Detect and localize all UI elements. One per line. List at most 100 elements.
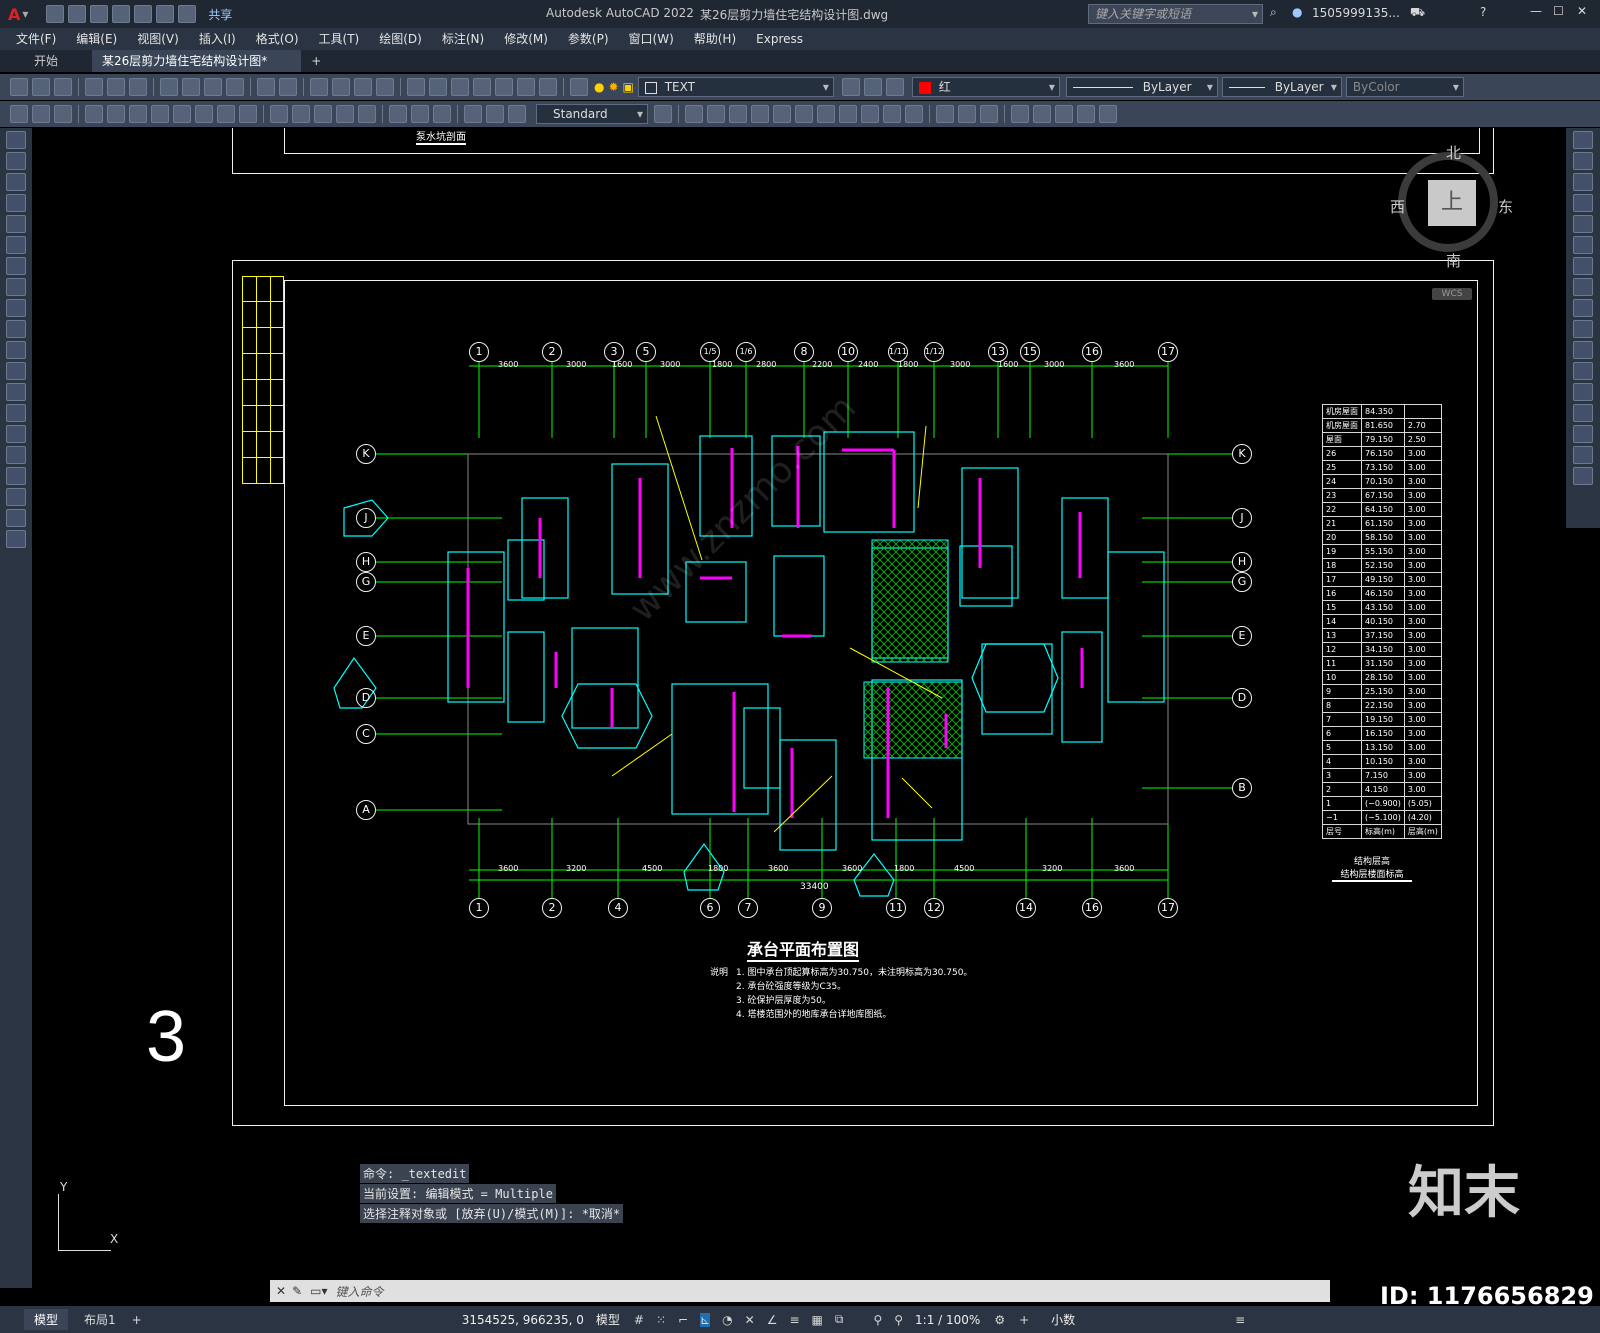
cone-icon[interactable]	[729, 105, 747, 123]
revcloud-icon[interactable]	[6, 278, 26, 296]
markup-icon[interactable]	[495, 78, 513, 96]
trim-icon[interactable]	[1573, 320, 1593, 338]
slice-icon[interactable]	[1011, 105, 1029, 123]
stretch-icon[interactable]	[1573, 299, 1593, 317]
settings-gear-icon[interactable]: ⚙	[994, 1313, 1005, 1327]
block-icon[interactable]	[32, 105, 50, 123]
inspect-icon[interactable]	[433, 105, 451, 123]
layout-tab-1[interactable]: 布局1	[74, 1309, 126, 1330]
pan-icon[interactable]	[310, 78, 328, 96]
user-name[interactable]: 1505999135...	[1312, 6, 1400, 20]
auto-scale-icon[interactable]: ⚲	[894, 1313, 903, 1327]
menu-dimension[interactable]: 标注(N)	[432, 28, 494, 50]
menu-parameter[interactable]: 参数(P)	[558, 28, 619, 50]
imprint-icon[interactable]	[1077, 105, 1095, 123]
lineweight-icon[interactable]: ≡	[789, 1313, 799, 1327]
undo-icon[interactable]	[156, 5, 175, 23]
xline-icon[interactable]	[6, 152, 26, 170]
gradient-icon[interactable]	[6, 446, 26, 464]
design-center-icon[interactable]	[429, 78, 447, 96]
calculator-icon[interactable]	[517, 78, 535, 96]
plus-icon[interactable]: +	[1019, 1313, 1029, 1327]
radius-dim-icon[interactable]	[173, 105, 191, 123]
minimize-button[interactable]: —	[1530, 4, 1542, 18]
add-layout-button[interactable]: +	[132, 1313, 142, 1327]
cmd-recent-icon[interactable]: ▭▾	[310, 1284, 327, 1298]
open-icon[interactable]	[68, 5, 87, 23]
viewcube-north[interactable]: 北	[1446, 142, 1461, 163]
ellipse-icon[interactable]	[6, 320, 26, 338]
help-icon[interactable]: ?	[1480, 5, 1486, 19]
union-icon[interactable]	[936, 105, 954, 123]
sheet-set-icon[interactable]	[473, 78, 491, 96]
quick-dim-icon[interactable]	[270, 105, 288, 123]
tab-drawing[interactable]: 某26层剪力墙住宅结构设计图*	[92, 50, 302, 72]
ortho-icon[interactable]: ⊾	[700, 1312, 711, 1327]
jogged-dim-icon[interactable]	[195, 105, 213, 123]
units-dropdown[interactable]: 小数	[1051, 1311, 1075, 1328]
snap-icon[interactable]: ⁙	[656, 1313, 666, 1327]
dim-space-icon[interactable]	[336, 105, 354, 123]
hatch-icon[interactable]	[6, 425, 26, 443]
center-mark-icon[interactable]	[411, 105, 429, 123]
break-icon[interactable]	[1573, 362, 1593, 380]
menu-file[interactable]: 文件(F)	[6, 28, 66, 50]
qnew-icon[interactable]	[10, 78, 28, 96]
properties-icon[interactable]	[407, 78, 425, 96]
user-icon[interactable]: ●	[1292, 5, 1302, 19]
table-icon[interactable]	[6, 488, 26, 506]
infer-icon[interactable]: ⌐	[678, 1313, 688, 1327]
tolerance-icon[interactable]	[389, 105, 407, 123]
fillet-icon[interactable]	[1573, 425, 1593, 443]
make-block-icon[interactable]	[6, 383, 26, 401]
undo-tool-icon[interactable]	[257, 78, 275, 96]
intersect-icon[interactable]	[980, 105, 998, 123]
osnap-icon[interactable]: ✕	[745, 1313, 755, 1327]
polar-icon[interactable]: ◔	[722, 1313, 732, 1327]
annotation-scale[interactable]: 1:1 / 100%	[915, 1313, 980, 1327]
search-icon[interactable]: ⌕	[1270, 5, 1277, 20]
erase-icon[interactable]	[1573, 131, 1593, 149]
selection-cycling-icon[interactable]: ⧉	[835, 1312, 844, 1327]
otrack-icon[interactable]: ∠	[767, 1313, 778, 1327]
layer-previous-icon[interactable]	[863, 78, 882, 96]
sphere-icon[interactable]	[751, 105, 769, 123]
layer-bulb-icon[interactable]: ●	[594, 80, 604, 94]
layout-tab-model[interactable]: 模型	[24, 1309, 69, 1330]
redo-icon[interactable]	[178, 5, 197, 23]
command-input[interactable]: 键入命令	[336, 1283, 384, 1300]
shell-icon[interactable]	[1099, 105, 1117, 123]
dimstyle-dropdown[interactable]: Standard	[536, 104, 648, 124]
add-selected-icon[interactable]	[6, 530, 26, 548]
lineweight-dropdown[interactable]: ByLayer	[1221, 77, 1342, 97]
cut-icon[interactable]	[160, 78, 178, 96]
offset-icon[interactable]	[1573, 194, 1593, 212]
subtract-icon[interactable]	[958, 105, 976, 123]
pyramid-icon[interactable]	[817, 105, 835, 123]
drawing-canvas[interactable]: 泵水坑剖面 1 2 3 5 1/5 1/6 8 10 1/11 1/12 13 15 16 17 1246…	[32, 128, 1566, 1278]
menu-help[interactable]: 帮助(H)	[684, 28, 746, 50]
menu-insert[interactable]: 插入(I)	[189, 28, 246, 50]
rotate-icon[interactable]	[1573, 257, 1593, 275]
tab-start[interactable]: 开始	[0, 50, 92, 72]
customize-icon[interactable]: ✎	[292, 1284, 302, 1298]
copy-icon[interactable]	[182, 78, 200, 96]
zoom-previous-icon[interactable]	[376, 78, 394, 96]
ordinate-dim-icon[interactable]	[151, 105, 169, 123]
menu-modify[interactable]: 修改(M)	[494, 28, 558, 50]
help-tool-icon[interactable]	[539, 78, 557, 96]
insert-block-icon[interactable]	[6, 362, 26, 380]
grid-icon[interactable]: #	[634, 1313, 644, 1327]
print-icon[interactable]	[85, 78, 103, 96]
paste-icon[interactable]	[204, 78, 222, 96]
baseline-dim-icon[interactable]	[292, 105, 310, 123]
xref-icon[interactable]	[54, 105, 72, 123]
angular-dim-icon[interactable]	[239, 105, 257, 123]
explode-icon[interactable]	[1573, 467, 1593, 485]
aligned-dim-icon[interactable]	[107, 105, 125, 123]
layer-state-icon[interactable]	[885, 78, 904, 96]
close-cmd-icon[interactable]: ✕	[276, 1284, 286, 1298]
scale-icon[interactable]	[1573, 278, 1593, 296]
sweep-icon[interactable]	[883, 105, 901, 123]
layer-dropdown[interactable]: TEXT	[637, 77, 834, 97]
